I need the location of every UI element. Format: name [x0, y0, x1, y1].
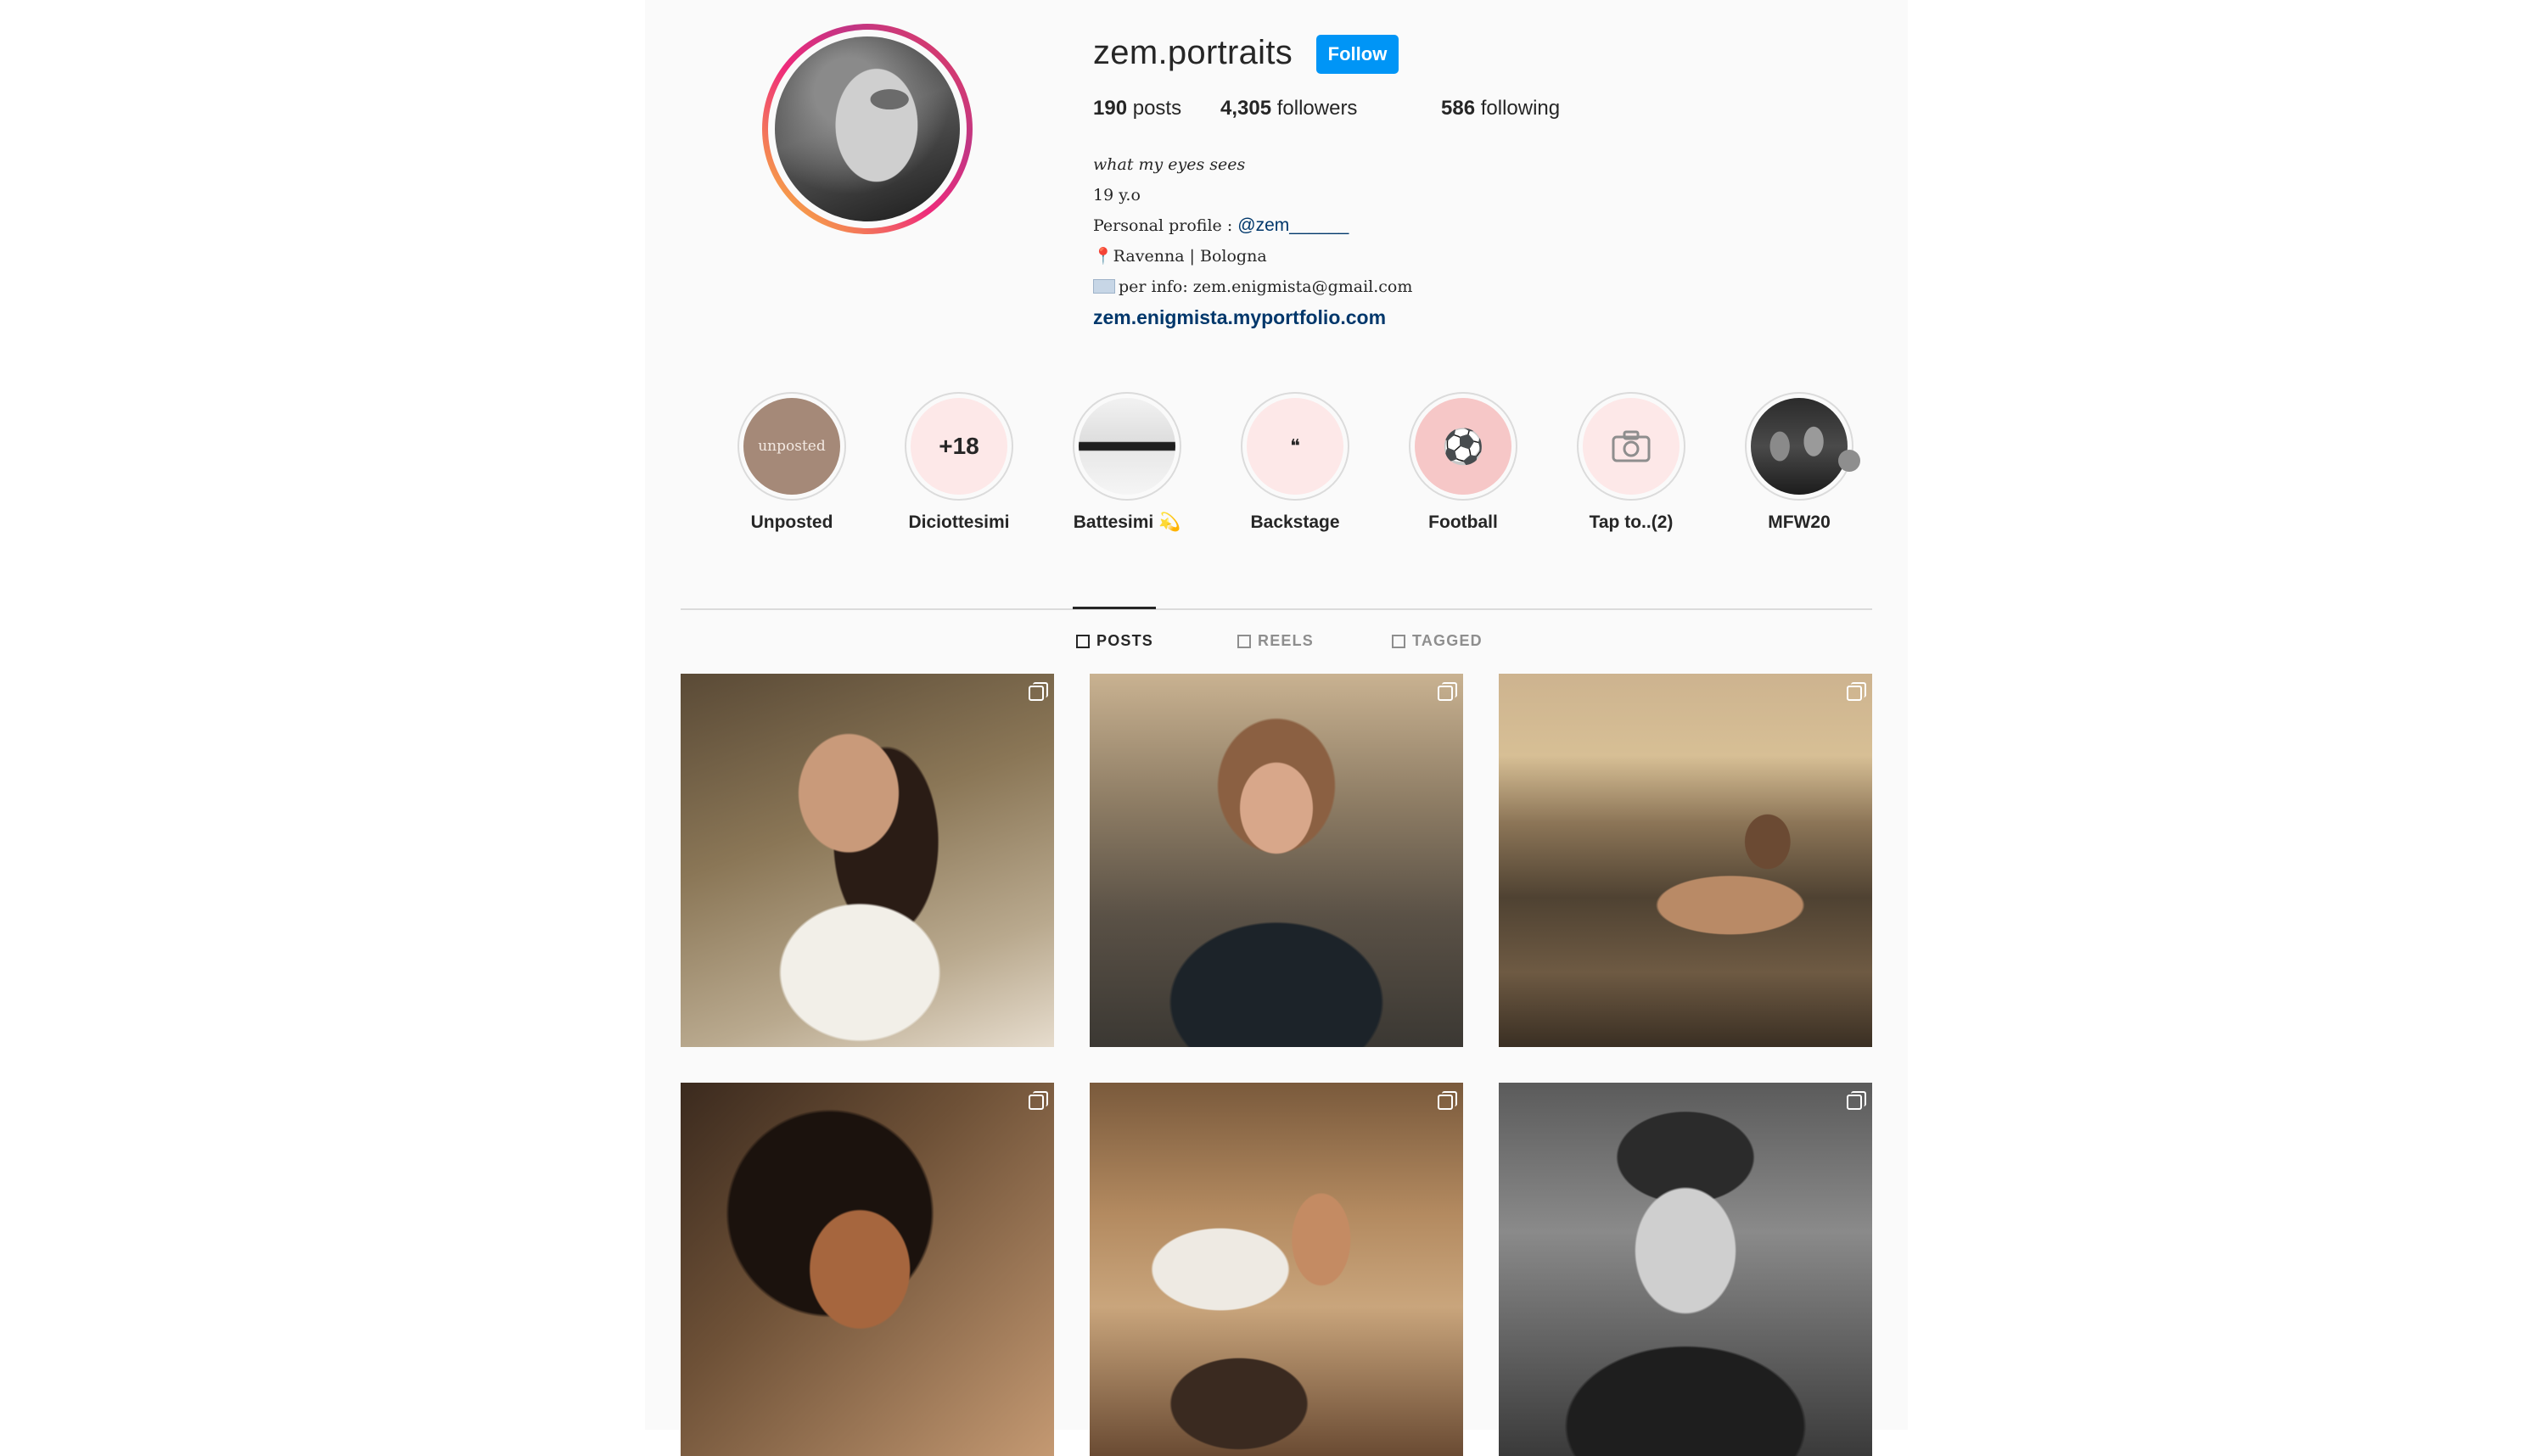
tabs-divider — [681, 608, 1872, 610]
post-thumbnail[interactable] — [1090, 1083, 1463, 1456]
bio-personal-profile: Personal profile : @zem______ — [1093, 210, 1412, 241]
highlight-label: Unposted — [750, 512, 833, 532]
highlight-label: Football — [1428, 512, 1498, 532]
followers-stat[interactable]: 4,305 followers — [1220, 97, 1357, 120]
info-text: per info: zem.enigmista@gmail.com — [1119, 277, 1413, 296]
highlight-cover: unposted — [743, 398, 840, 495]
following-label: following — [1480, 97, 1561, 120]
soccer-ball-icon: ⚽ — [1442, 428, 1484, 466]
highlight-label: Diciottesimi — [908, 512, 1010, 532]
post-thumbnail[interactable] — [1499, 1083, 1872, 1456]
follow-button[interactable]: Follow — [1316, 35, 1399, 74]
bio-location: 📍Ravenna | Bologna — [1093, 241, 1412, 272]
bio-website: zem.enigmista.myportfolio.com — [1093, 302, 1412, 333]
personal-profile-prefix: Personal profile : — [1093, 216, 1238, 235]
highlight-cover: +18 — [911, 398, 1007, 495]
location-pin-icon: 📍 — [1093, 247, 1113, 266]
website-link[interactable]: zem.enigmista.myportfolio.com — [1093, 306, 1386, 328]
highlight-cover: ⚽ — [1415, 398, 1511, 495]
highlight-battesimi[interactable]: Battesimi 💫 — [1055, 392, 1199, 533]
personal-profile-mention[interactable]: @zem______ — [1237, 216, 1349, 235]
profile-bio: what my eyes sees 19 y.o Personal profil… — [1093, 149, 1412, 333]
carousel-icon — [1438, 1091, 1457, 1110]
posts-stat: 190 posts — [1093, 97, 1181, 120]
followers-count: 4,305 — [1220, 97, 1272, 120]
highlight-unposted[interactable]: unposted Unposted — [720, 392, 864, 533]
profile-avatar[interactable] — [762, 24, 973, 234]
next-arrow-icon[interactable] — [1838, 450, 1860, 472]
post-thumbnail[interactable] — [681, 1083, 1054, 1456]
tagged-icon — [1392, 634, 1405, 648]
highlight-cover: ❝ — [1247, 398, 1343, 495]
quote-icon: ❝ — [1290, 435, 1300, 457]
bio-age: 19 y.o — [1093, 186, 1141, 204]
following-stat[interactable]: 586 following — [1441, 97, 1560, 120]
profile-page: zem.portraits Follow 190 posts 4,305 fol… — [645, 0, 1908, 1456]
highlight-cover — [1751, 398, 1848, 495]
posts-label: posts — [1132, 97, 1182, 120]
avatar-photo — [775, 36, 960, 221]
reels-icon — [1237, 634, 1251, 648]
post-thumbnail[interactable] — [1090, 674, 1463, 1047]
following-count: 586 — [1441, 97, 1476, 120]
tab-tagged[interactable]: TAGGED — [1392, 632, 1483, 650]
tab-reels[interactable]: REELS — [1237, 632, 1314, 650]
highlight-football[interactable]: ⚽ Football — [1391, 392, 1535, 533]
carousel-icon — [1847, 1091, 1866, 1110]
carousel-icon — [1029, 682, 1048, 701]
highlight-cover — [1583, 398, 1680, 495]
highlight-label: MFW20 — [1768, 512, 1831, 532]
followers-label: followers — [1276, 97, 1358, 120]
post-thumbnail[interactable] — [1499, 674, 1872, 1047]
carousel-icon — [1438, 682, 1457, 701]
carousel-icon — [1847, 682, 1866, 701]
highlight-label: Battesimi 💫 — [1073, 512, 1181, 532]
highlight-label: Backstage — [1250, 512, 1340, 532]
highlight-tap-to[interactable]: Tap to..(2) — [1559, 392, 1703, 533]
bio-tagline: what my eyes sees — [1093, 155, 1246, 174]
highlight-label: Tap to..(2) — [1589, 512, 1674, 532]
posts-count: 190 — [1093, 97, 1128, 120]
highlight-diciottesimi[interactable]: +18 Diciottesimi — [887, 392, 1031, 533]
bio-info: per info: zem.enigmista@gmail.com — [1093, 272, 1412, 302]
highlight-cover — [1079, 398, 1175, 495]
tab-posts[interactable]: POSTS — [1076, 632, 1153, 650]
profile-username: zem.portraits — [1093, 34, 1293, 71]
grid-icon — [1076, 634, 1090, 648]
highlight-mfw20[interactable]: MFW20 — [1727, 392, 1871, 533]
envelope-icon — [1093, 278, 1115, 294]
post-thumbnail[interactable] — [681, 674, 1054, 1047]
camera-icon — [1612, 430, 1651, 462]
location-text: Ravenna | Bologna — [1113, 247, 1267, 266]
active-tab-indicator — [1073, 607, 1156, 609]
carousel-icon — [1029, 1091, 1048, 1110]
highlight-backstage[interactable]: ❝ Backstage — [1223, 392, 1367, 533]
